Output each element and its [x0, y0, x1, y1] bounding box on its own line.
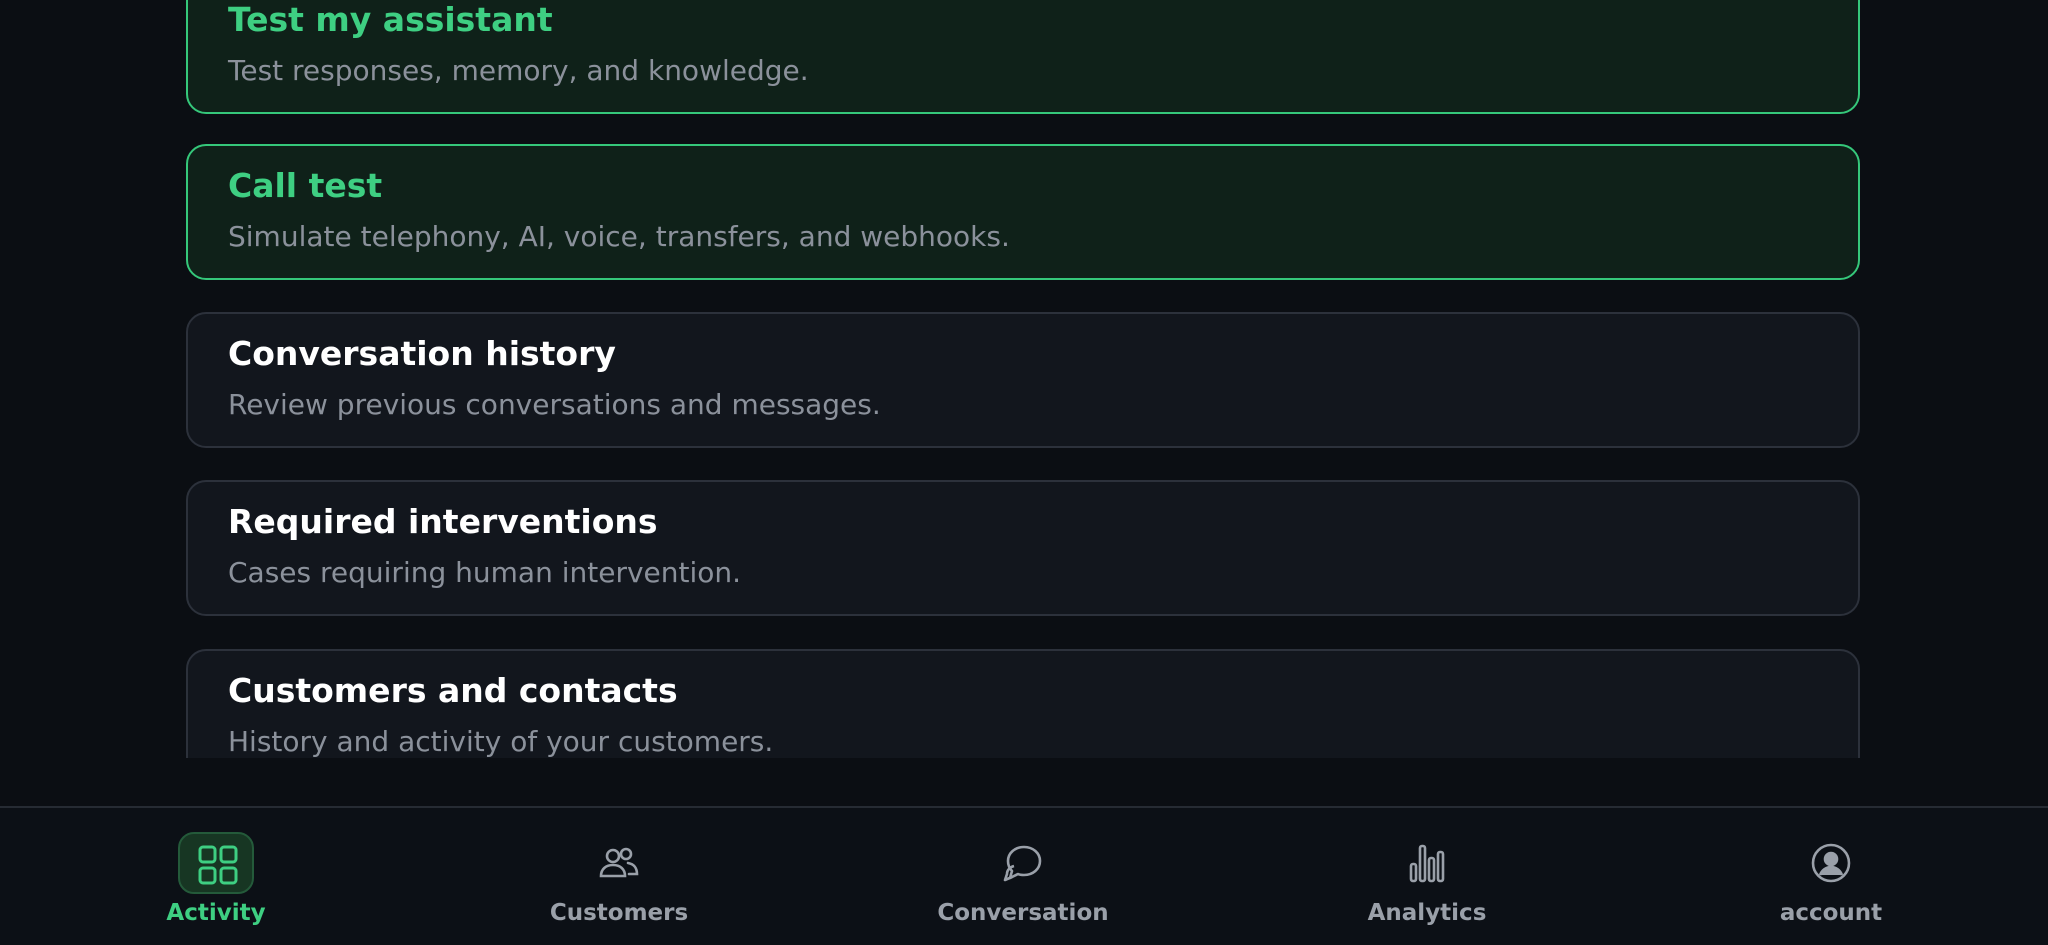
nav-label: Activity	[166, 900, 266, 926]
nav-item-account[interactable]: account	[1681, 808, 1981, 945]
nav-item-customers[interactable]: Customers	[469, 808, 769, 945]
card-list[interactable]: Test my assistant Test responses, memory…	[0, 0, 2048, 758]
card-title: Test my assistant	[228, 0, 553, 39]
user-circle-icon	[1811, 843, 1851, 883]
card-test-my-assistant[interactable]: Test my assistant Test responses, memory…	[186, 0, 1860, 114]
card-required-interventions[interactable]: Required interventions Cases requiring h…	[186, 480, 1860, 616]
chat-bubble-icon	[1003, 845, 1042, 882]
bar-chart-icon	[1409, 844, 1445, 883]
nav-label: Customers	[549, 900, 689, 926]
card-title: Conversation history	[228, 334, 616, 373]
card-description: Review previous conversations and messag…	[228, 388, 881, 421]
card-title: Call test	[228, 166, 383, 205]
card-title: Customers and contacts	[228, 671, 678, 710]
card-customers-and-contacts[interactable]: Customers and contacts History and activ…	[186, 649, 1860, 758]
card-conversation-history[interactable]: Conversation history Review previous con…	[186, 312, 1860, 448]
nav-item-activity[interactable]: Activity	[66, 808, 366, 945]
nav-icon-container	[1389, 832, 1465, 894]
card-description: Test responses, memory, and knowledge.	[228, 54, 809, 87]
nav-icon-container	[985, 832, 1061, 894]
nav-label: Analytics	[1367, 900, 1487, 926]
nav-item-analytics[interactable]: Analytics	[1277, 808, 1577, 945]
bottom-navigation: Activity Customers Conversation Analytic…	[0, 806, 2048, 945]
nav-icon-container	[581, 832, 657, 894]
nav-item-conversation[interactable]: Conversation	[873, 808, 1173, 945]
grid-icon	[198, 845, 238, 885]
nav-icon-container	[1793, 832, 1869, 894]
card-call-test[interactable]: Call test Simulate telephony, AI, voice,…	[186, 144, 1860, 280]
users-icon	[599, 847, 639, 878]
card-description: Simulate telephony, AI, voice, transfers…	[228, 220, 1010, 253]
card-description: Cases requiring human intervention.	[228, 556, 742, 589]
nav-label: Conversation	[937, 900, 1109, 926]
nav-label: account	[1779, 900, 1883, 926]
card-title: Required interventions	[228, 502, 658, 541]
page: Test my assistant Test responses, memory…	[0, 0, 2048, 945]
card-description: History and activity of your customers.	[228, 725, 774, 758]
nav-icon-container	[178, 832, 254, 894]
